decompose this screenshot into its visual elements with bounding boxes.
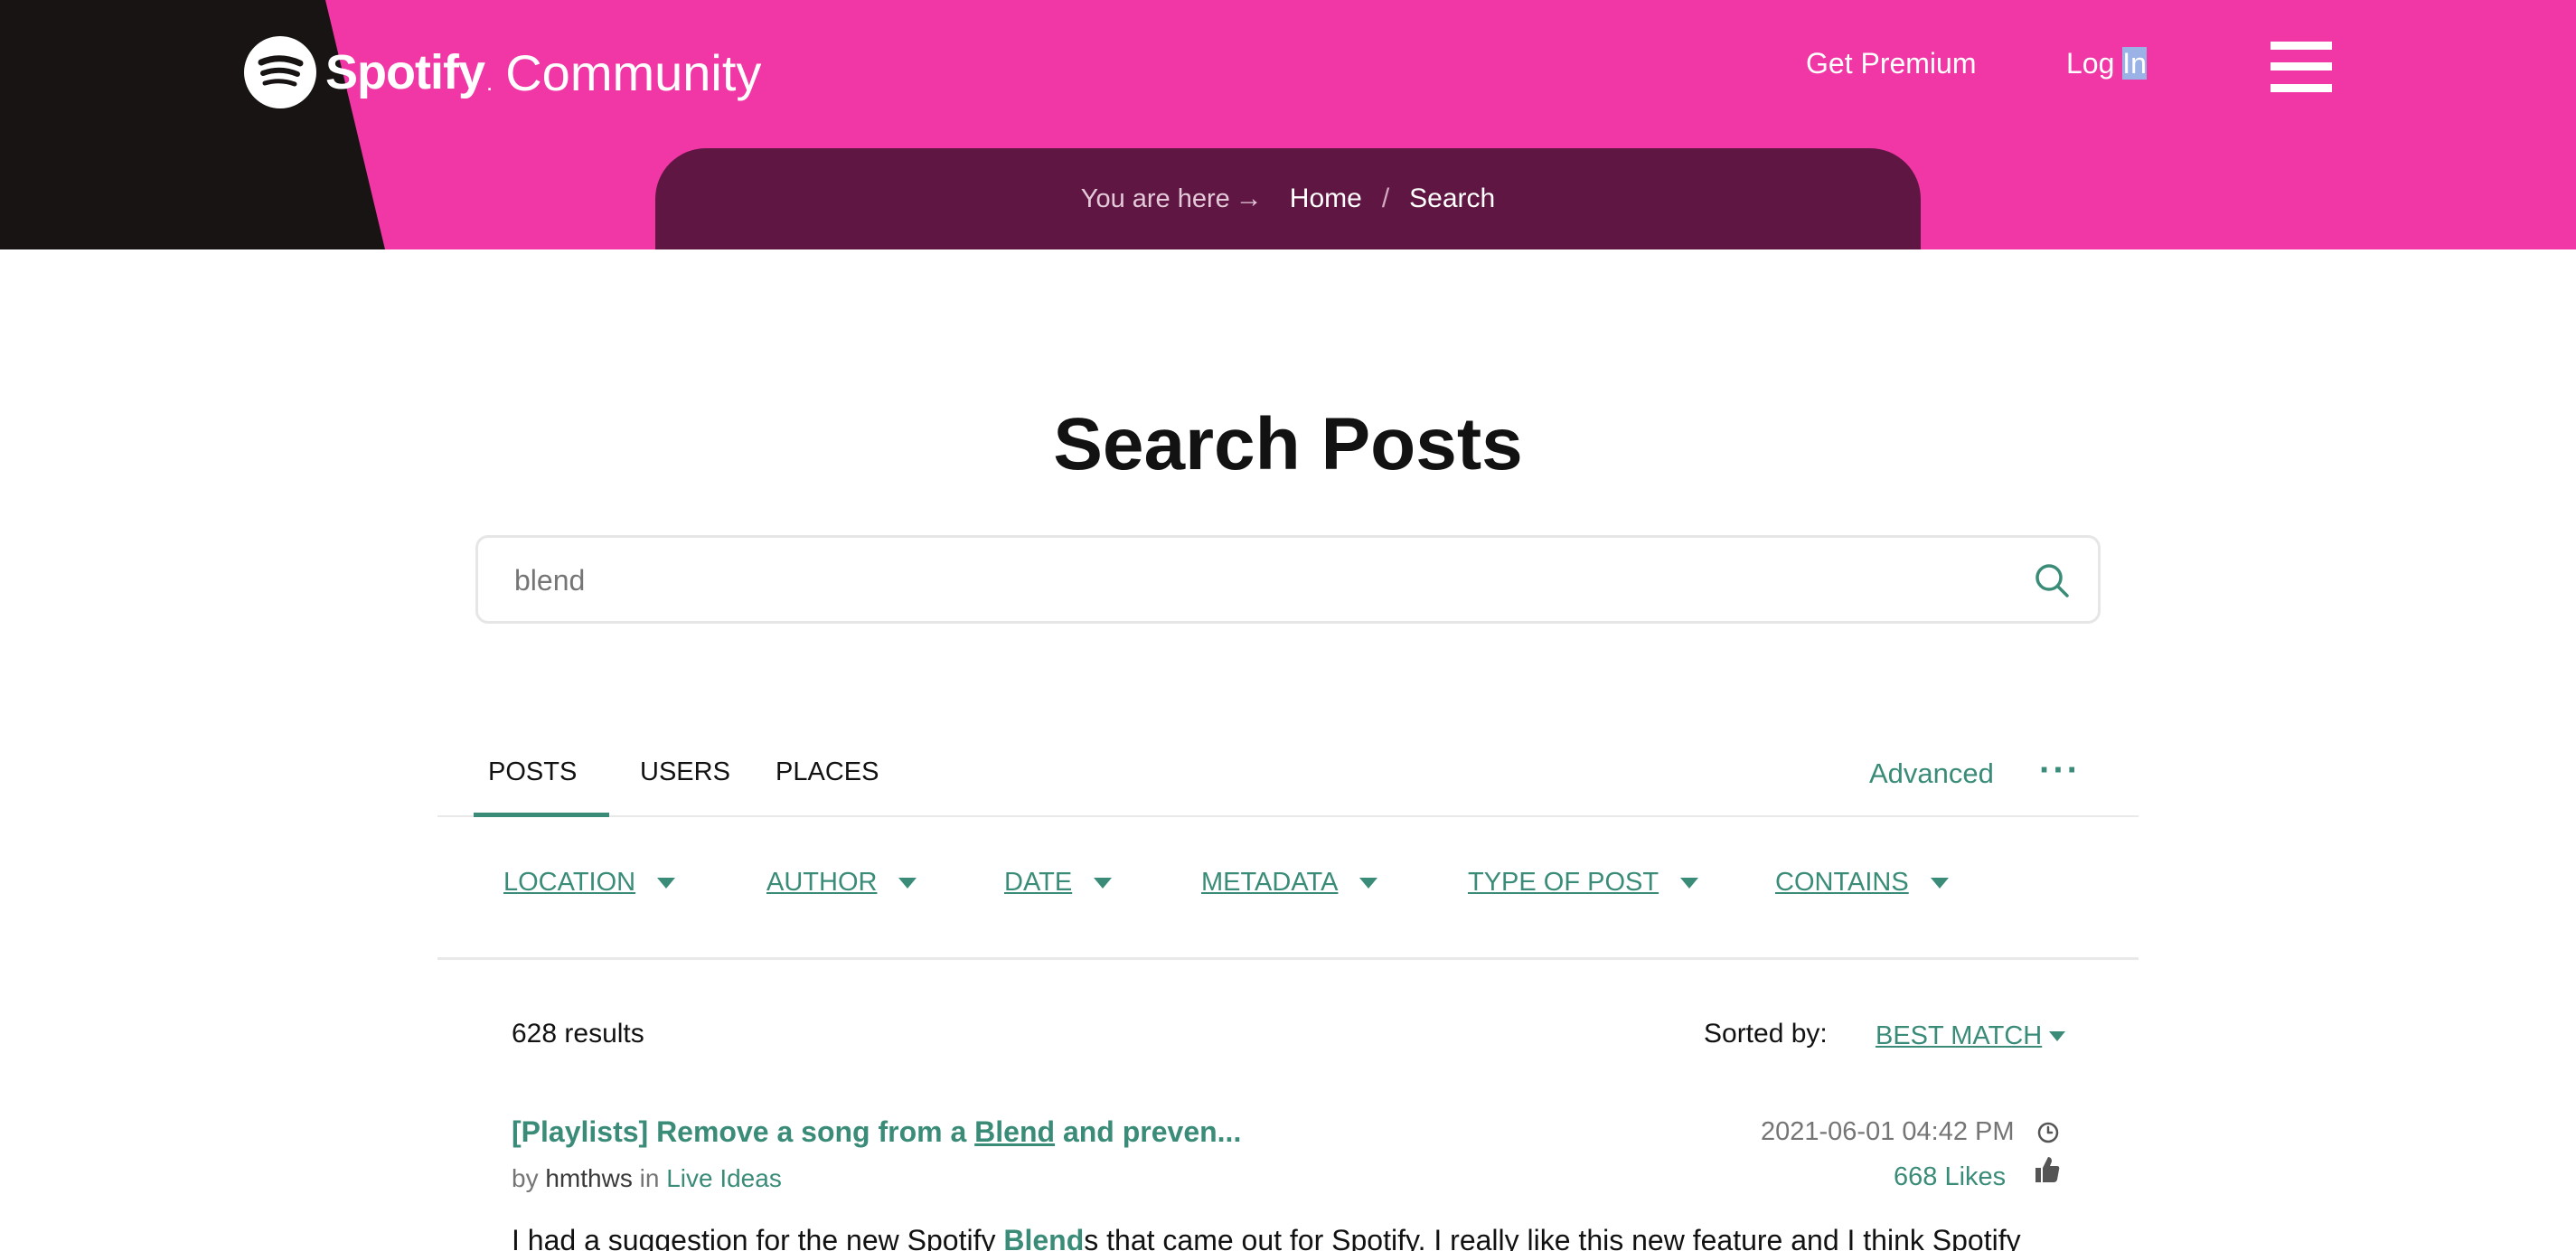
- result-title-link[interactable]: [Playlists] Remove a song from a Blend a…: [512, 1115, 1241, 1149]
- filter-type-of-post-label: TYPE OF POST: [1468, 868, 1659, 897]
- tab-places[interactable]: PLACES: [776, 757, 879, 817]
- more-options-icon[interactable]: ···: [2039, 750, 2081, 791]
- clock-icon: [2037, 1122, 2059, 1143]
- result-byline: by hmthws in Live Ideas: [512, 1164, 782, 1193]
- get-premium-link[interactable]: Get Premium: [1806, 47, 1976, 80]
- result-author-link[interactable]: hmthws: [545, 1164, 632, 1192]
- breadcrumb-current: Search: [1409, 183, 1496, 213]
- filter-contains[interactable]: CONTAINS: [1775, 868, 1949, 898]
- result-snippet-hit: Blend: [1003, 1224, 1085, 1251]
- tab-posts[interactable]: POSTS: [474, 757, 609, 817]
- menu-icon[interactable]: [2270, 42, 2332, 92]
- result-title-hit: Blend: [974, 1115, 1056, 1148]
- logo-community-label: Community: [505, 43, 762, 101]
- login-link-prefix: Log: [2066, 47, 2123, 80]
- caret-down-icon: [898, 877, 917, 889]
- caret-down-icon: [2049, 1031, 2066, 1041]
- sort-dropdown[interactable]: BEST MATCH: [1876, 1021, 2066, 1051]
- spotify-logo-icon: [244, 36, 316, 108]
- by-label: by: [512, 1164, 539, 1192]
- filter-type-of-post[interactable]: TYPE OF POST: [1468, 868, 1699, 898]
- result-snippet-before: I had a suggestion for the new Spotify: [512, 1224, 1004, 1251]
- result-place-link[interactable]: Live Ideas: [666, 1164, 782, 1192]
- search-filters: LOCATION AUTHOR DATE METADATA TYPE OF PO…: [437, 817, 2139, 960]
- results-count: 628 results: [512, 1019, 644, 1049]
- site-header: Spotify . Community Get Premium Log In Y…: [0, 0, 2576, 249]
- caret-down-icon: [1094, 877, 1113, 889]
- result-title-after: and preven...: [1055, 1115, 1242, 1148]
- caret-down-icon: [1680, 877, 1699, 889]
- breadcrumb-separator: /: [1381, 183, 1390, 213]
- result-date: 2021-06-01 04:42 PM: [1761, 1117, 2015, 1146]
- page-title: Search Posts: [1053, 403, 1523, 485]
- filter-metadata-label: METADATA: [1201, 868, 1339, 897]
- tab-users[interactable]: USERS: [640, 757, 730, 817]
- result-snippet: I had a suggestion for the new Spotify B…: [512, 1224, 2021, 1251]
- logo-dot: .: [486, 68, 494, 96]
- login-link-highlight: In: [2122, 47, 2147, 80]
- logo-wordmark: Spotify: [325, 45, 485, 99]
- search-tabs: POSTS USERS PLACES Advanced ···: [437, 750, 2139, 817]
- result-snippet-after: s that came out for Spotify. I really li…: [1084, 1224, 2021, 1251]
- result-likes: 668 Likes: [1894, 1162, 2007, 1191]
- thumbs-up-icon[interactable]: [2034, 1153, 2061, 1184]
- search-box: [475, 535, 2101, 624]
- login-link[interactable]: Log In: [2066, 47, 2147, 80]
- search-icon[interactable]: [2031, 560, 2073, 601]
- spotify-community-logo[interactable]: Spotify . Community: [244, 36, 761, 108]
- filter-contains-label: CONTAINS: [1775, 868, 1909, 897]
- caret-down-icon: [657, 877, 676, 889]
- search-input[interactable]: [514, 558, 1960, 603]
- in-label: in: [639, 1164, 660, 1192]
- arrow-right-icon: →: [1235, 183, 1263, 213]
- filter-date-label: DATE: [1004, 868, 1073, 897]
- result-title-before: [Playlists] Remove a song from a: [512, 1115, 975, 1148]
- breadcrumb-home-link[interactable]: Home: [1290, 183, 1362, 214]
- sort-dropdown-value: BEST MATCH: [1876, 1021, 2043, 1050]
- filter-metadata[interactable]: METADATA: [1201, 868, 1378, 898]
- breadcrumb-prefix: You are here: [1080, 183, 1230, 213]
- sorted-by-label: Sorted by:: [1704, 1019, 1828, 1049]
- breadcrumb: You are here → Home / Search: [655, 148, 1921, 249]
- filter-location[interactable]: LOCATION: [503, 868, 676, 898]
- filter-date[interactable]: DATE: [1004, 868, 1113, 898]
- advanced-search-link[interactable]: Advanced: [1869, 757, 1994, 790]
- filter-author-label: AUTHOR: [766, 868, 878, 897]
- caret-down-icon: [1930, 877, 1949, 889]
- filter-author[interactable]: AUTHOR: [766, 868, 917, 898]
- caret-down-icon: [1359, 877, 1378, 889]
- filter-location-label: LOCATION: [503, 868, 636, 897]
